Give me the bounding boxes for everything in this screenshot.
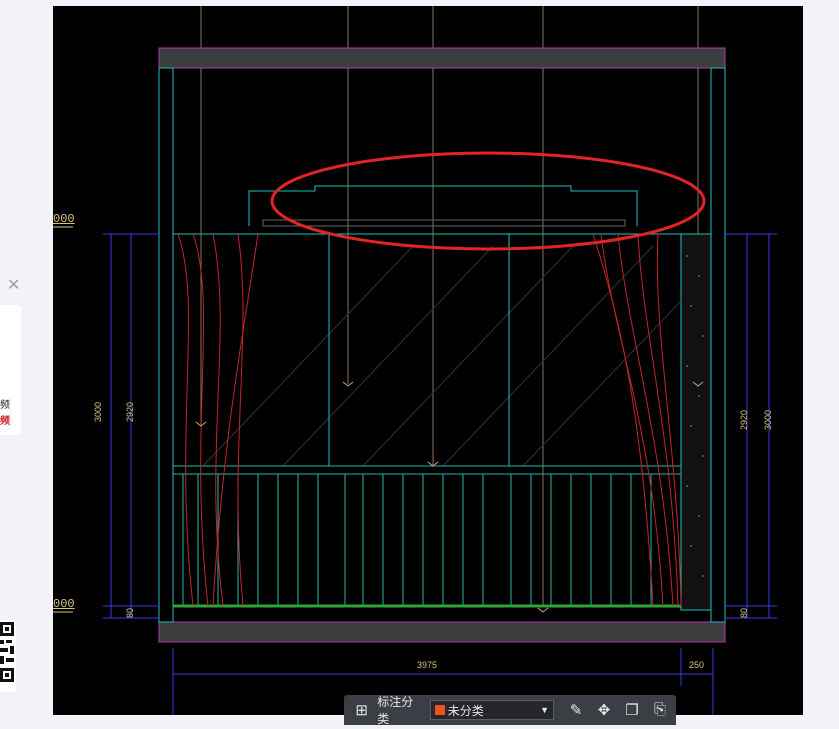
side-text-1: 频 [0,400,10,411]
level-label-top: 000 [53,212,75,226]
close-icon[interactable]: ✕ [7,277,20,293]
category-select[interactable]: 未分类 ▼ [429,700,554,720]
dim-height-inner: 2920 [125,401,135,422]
grid-icon[interactable]: ⊞ [350,701,373,719]
dim-height-outer: 3000 [93,401,103,422]
dim-width-side: 250 [689,660,705,670]
left-side-panel: ✕ 频 频 [0,0,34,729]
toolbar-label: 标注分类 [377,695,414,726]
category-select-value: 未分类 [447,703,484,718]
toolbar-tools: ✎ ✥ ❐ ⎘ [564,701,676,719]
dim-width-main: 3975 [417,660,438,670]
railing-bars [182,474,652,606]
bottom-beam [158,621,726,643]
dim-right-height-inner: 2920 [739,409,749,430]
railing-top [172,465,682,475]
annotation-toolbar: ⊞ 标注分类 未分类 ▼ ✎ ✥ ❐ ⎘ [344,695,676,726]
left-post [158,67,174,623]
cad-canvas[interactable]: 000 000 3000 2920 80 2920 3000 80 3975 2… [53,6,803,715]
right-column [680,233,712,611]
copy-icon[interactable]: ❐ [620,701,644,719]
left-dimensions [103,233,159,619]
glass-hatch [202,245,682,467]
pendant-markers [195,381,704,613]
cad-drawing [53,6,777,715]
highlight-ellipse [270,151,706,251]
window-frame [172,233,682,467]
right-curtain [592,233,682,607]
dim-bottom-small: 80 [125,607,135,618]
qr-code-icon[interactable] [0,620,16,692]
chevron-down-icon: ▼ [540,705,549,715]
pelmet [248,185,638,227]
level-label-bottom: 000 [53,597,75,611]
color-swatch [434,705,445,715]
paste-icon[interactable]: ⎘ [648,701,672,719]
dim-right-small: 80 [739,607,749,618]
edit-icon[interactable]: ✎ [564,701,588,719]
move-icon[interactable]: ✥ [592,701,616,719]
dim-right-height-outer: 3000 [763,409,773,430]
top-beam [158,47,726,69]
side-text-2[interactable]: 频 [0,412,10,427]
left-curtain [177,233,259,607]
reference-lines [200,6,699,606]
level-lines [53,226,73,613]
right-post [710,67,726,623]
